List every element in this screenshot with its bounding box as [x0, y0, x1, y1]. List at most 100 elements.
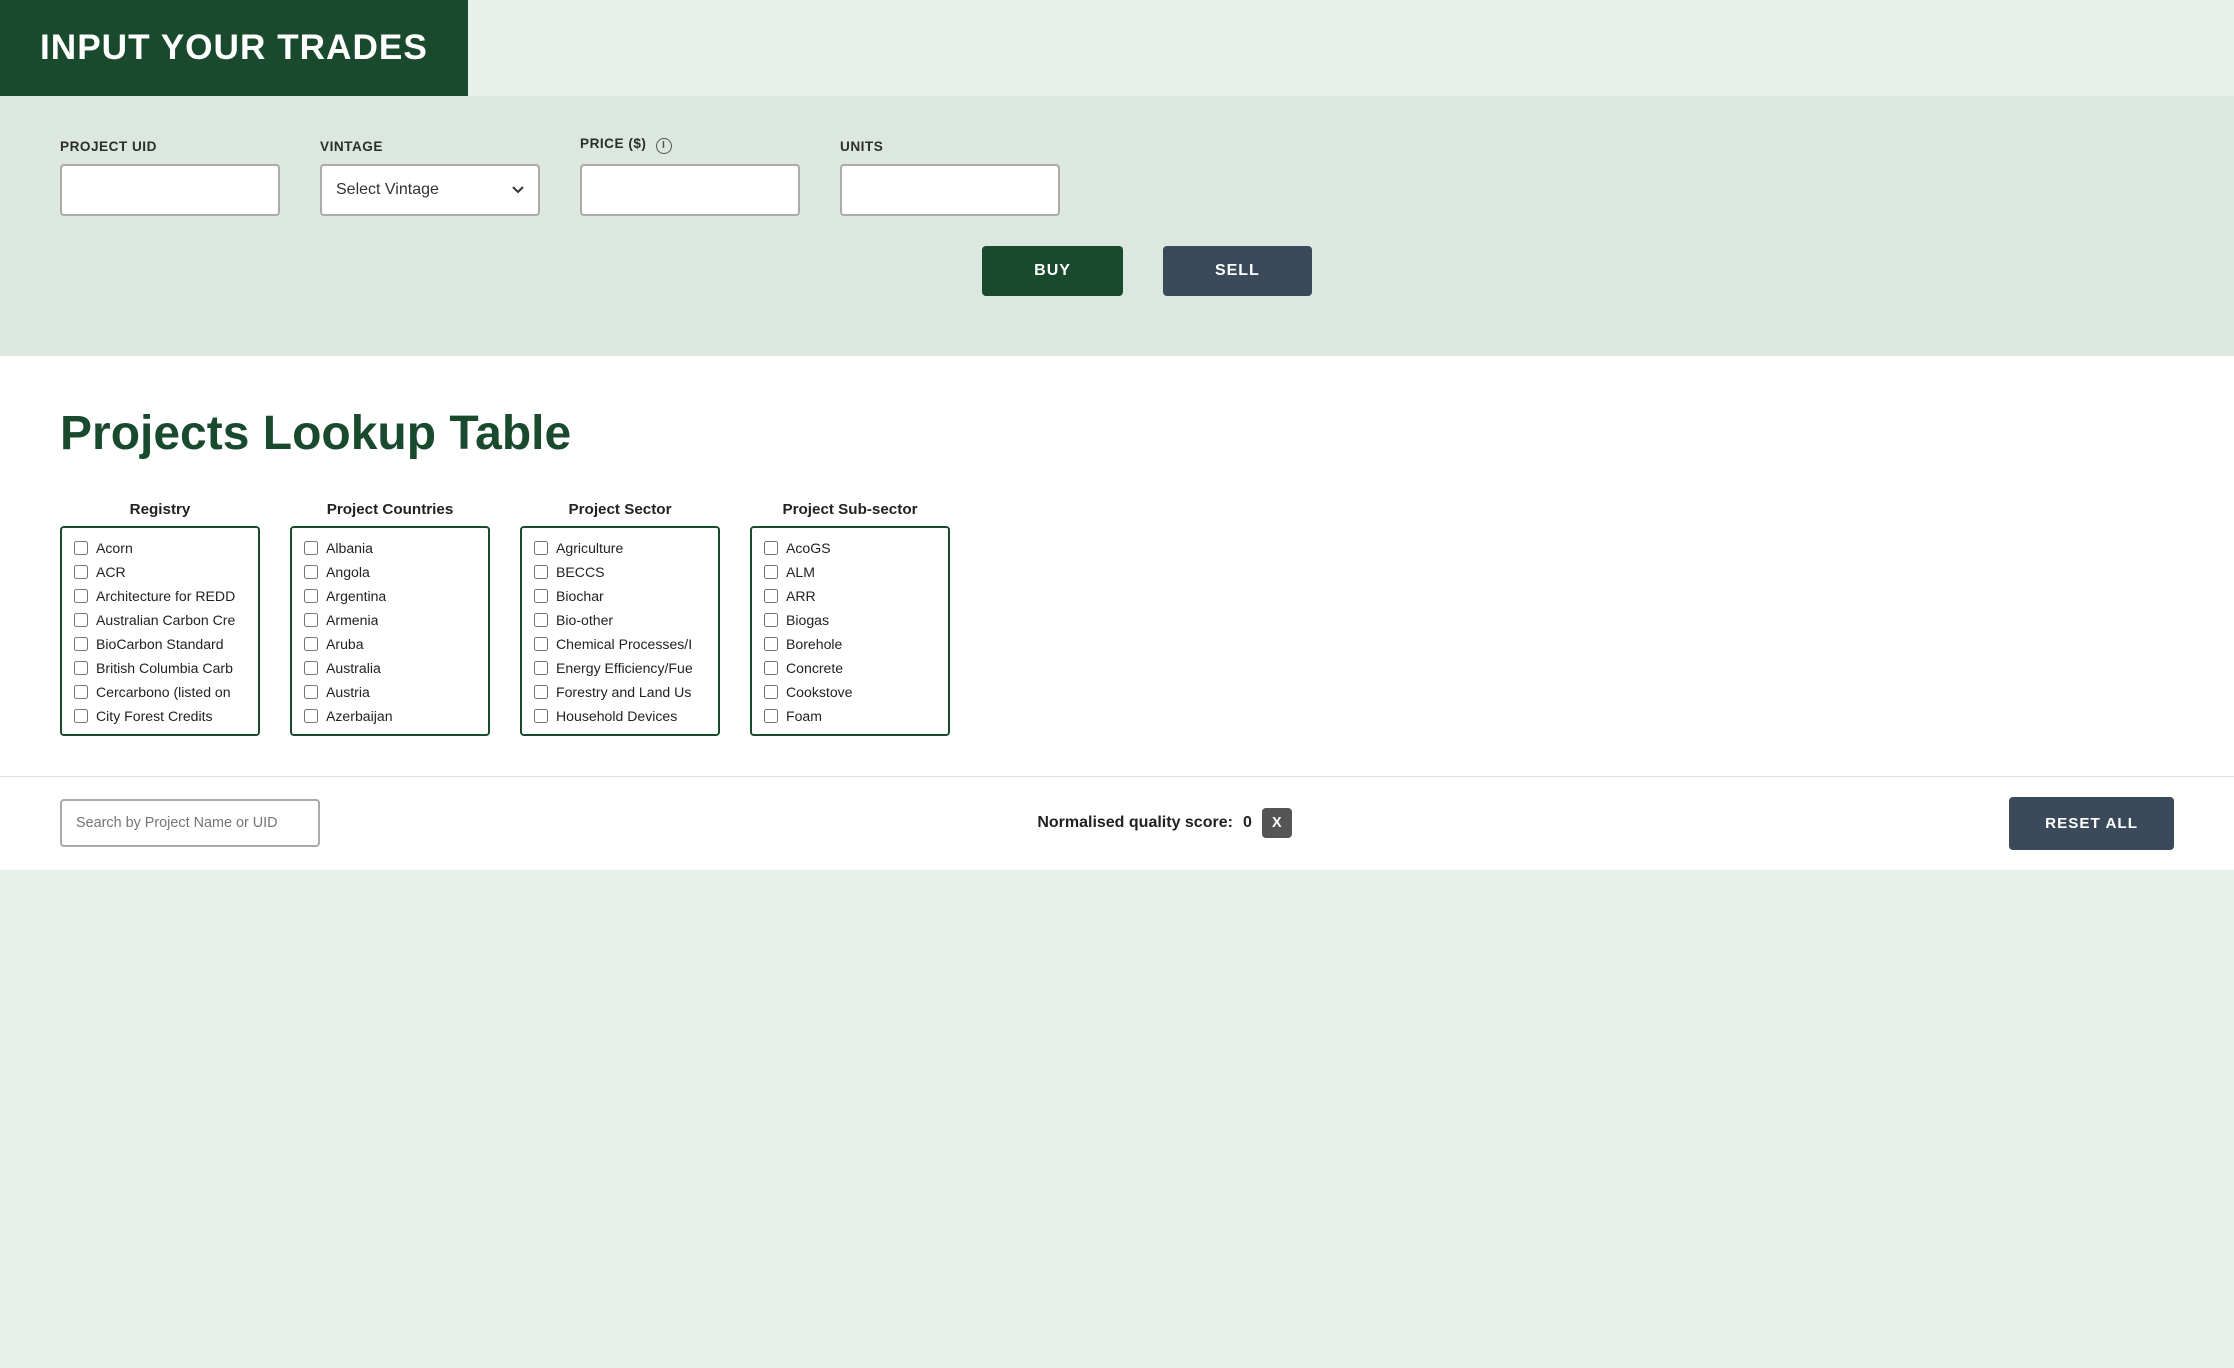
list-item: ALM: [762, 560, 938, 584]
vintage-group: VINTAGE Select Vintage 2018 2019 2020 20…: [320, 139, 540, 216]
quality-score-label: Normalised quality score:: [1037, 814, 1233, 832]
project-uid-input[interactable]: [60, 164, 280, 216]
list-item: Concrete: [762, 656, 938, 680]
header-banner: INPUT YOUR TRADES: [0, 0, 468, 96]
subsector-alm-checkbox[interactable]: [764, 565, 778, 579]
vintage-label: VINTAGE: [320, 139, 540, 154]
list-item: Angola: [302, 560, 478, 584]
list-item: Azerbaijan: [302, 704, 478, 728]
list-item: City Forest Credits: [72, 704, 248, 728]
subsector-arr-checkbox[interactable]: [764, 589, 778, 603]
country-azerbaijan-checkbox[interactable]: [304, 709, 318, 723]
page-title: INPUT YOUR TRADES: [40, 28, 428, 68]
list-item: Household Devices: [532, 704, 708, 728]
sector-list[interactable]: Agriculture BECCS Biochar Bio-other Chem…: [520, 526, 720, 736]
list-item: Chemical Processes/I: [532, 632, 708, 656]
subsector-biogas-checkbox[interactable]: [764, 613, 778, 627]
sector-agriculture-checkbox[interactable]: [534, 541, 548, 555]
list-item: Borehole: [762, 632, 938, 656]
search-wrap: [60, 799, 320, 847]
registry-acr-checkbox[interactable]: [74, 565, 88, 579]
registry-aus-carbon-checkbox[interactable]: [74, 613, 88, 627]
list-item: Agriculture: [532, 536, 708, 560]
form-row: PROJECT UID VINTAGE Select Vintage 2018 …: [60, 136, 2174, 216]
subsector-label: Project Sub-sector: [750, 501, 950, 518]
list-item: Bio-other: [532, 608, 708, 632]
countries-filter-group: Project Countries Albania Angola Argenti…: [290, 501, 490, 736]
subsector-concrete-checkbox[interactable]: [764, 661, 778, 675]
sector-biochar-checkbox[interactable]: [534, 589, 548, 603]
list-item: Energy Efficiency/Fue: [532, 656, 708, 680]
filter-row: Registry Acorn ACR Architecture for REDD…: [60, 501, 2174, 736]
registry-bc-carb-checkbox[interactable]: [74, 661, 88, 675]
country-argentina-checkbox[interactable]: [304, 589, 318, 603]
registry-city-forest-checkbox[interactable]: [74, 709, 88, 723]
search-input[interactable]: [60, 799, 320, 847]
sector-chemical-checkbox[interactable]: [534, 637, 548, 651]
trade-section: PROJECT UID VINTAGE Select Vintage 2018 …: [0, 96, 2234, 356]
subsector-acogs-checkbox[interactable]: [764, 541, 778, 555]
sector-forestry-checkbox[interactable]: [534, 685, 548, 699]
list-item: Cercarbono (listed on: [72, 680, 248, 704]
list-item: Foam: [762, 704, 938, 728]
registry-filter-group: Registry Acorn ACR Architecture for REDD…: [60, 501, 260, 736]
btn-row: BUY SELL: [60, 246, 2174, 296]
country-australia-checkbox[interactable]: [304, 661, 318, 675]
price-input[interactable]: [580, 164, 800, 216]
list-item: BECCS: [532, 560, 708, 584]
price-info-icon[interactable]: i: [656, 138, 672, 154]
price-group: PRICE ($) i: [580, 136, 800, 216]
list-item: BioCarbon Standard: [72, 632, 248, 656]
country-austria-checkbox[interactable]: [304, 685, 318, 699]
country-angola-checkbox[interactable]: [304, 565, 318, 579]
country-albania-checkbox[interactable]: [304, 541, 318, 555]
country-armenia-checkbox[interactable]: [304, 613, 318, 627]
list-item: ACR: [72, 560, 248, 584]
list-item: British Columbia Carb: [72, 656, 248, 680]
sector-energy-eff-checkbox[interactable]: [534, 661, 548, 675]
reset-all-button[interactable]: RESET ALL: [2009, 797, 2174, 850]
list-item: Forestry and Land Us: [532, 680, 708, 704]
lookup-section: Projects Lookup Table Registry Acorn ACR…: [0, 356, 2234, 776]
subsector-cookstove-checkbox[interactable]: [764, 685, 778, 699]
country-aruba-checkbox[interactable]: [304, 637, 318, 651]
units-group: UNITS: [840, 139, 1060, 216]
units-input[interactable]: [840, 164, 1060, 216]
list-item: Biochar: [532, 584, 708, 608]
price-label: PRICE ($) i: [580, 136, 800, 154]
registry-arch-redd-checkbox[interactable]: [74, 589, 88, 603]
sell-button[interactable]: SELL: [1163, 246, 1312, 296]
registry-list[interactable]: Acorn ACR Architecture for REDD Australi…: [60, 526, 260, 736]
list-item: Architecture for REDD: [72, 584, 248, 608]
quality-score-value: 0: [1243, 814, 1252, 832]
countries-list[interactable]: Albania Angola Argentina Armenia Aruba A…: [290, 526, 490, 736]
vintage-select[interactable]: Select Vintage 2018 2019 2020 2021 2022 …: [320, 164, 540, 216]
buy-button[interactable]: BUY: [982, 246, 1123, 296]
list-item: Albania: [302, 536, 478, 560]
sector-bio-other-checkbox[interactable]: [534, 613, 548, 627]
list-item: Aruba: [302, 632, 478, 656]
sector-beccs-checkbox[interactable]: [534, 565, 548, 579]
bottom-bar: Normalised quality score: 0 X RESET ALL: [0, 776, 2234, 870]
registry-label: Registry: [60, 501, 260, 518]
project-uid-group: PROJECT UID: [60, 139, 280, 216]
sector-household-checkbox[interactable]: [534, 709, 548, 723]
list-item: Acorn: [72, 536, 248, 560]
quality-score-clear-button[interactable]: X: [1262, 808, 1292, 838]
registry-cercarbono-checkbox[interactable]: [74, 685, 88, 699]
subsector-list[interactable]: AcoGS ALM ARR Biogas Borehole Concrete C…: [750, 526, 950, 736]
subsector-foam-checkbox[interactable]: [764, 709, 778, 723]
subsector-filter-group: Project Sub-sector AcoGS ALM ARR Biogas …: [750, 501, 950, 736]
registry-acorn-checkbox[interactable]: [74, 541, 88, 555]
list-item: Argentina: [302, 584, 478, 608]
quality-score-area: Normalised quality score: 0 X: [1037, 808, 1292, 838]
registry-biocarbon-checkbox[interactable]: [74, 637, 88, 651]
list-item: Biogas: [762, 608, 938, 632]
list-item: Australian Carbon Cre: [72, 608, 248, 632]
countries-label: Project Countries: [290, 501, 490, 518]
subsector-borehole-checkbox[interactable]: [764, 637, 778, 651]
sector-label: Project Sector: [520, 501, 720, 518]
list-item: ARR: [762, 584, 938, 608]
units-label: UNITS: [840, 139, 1060, 154]
list-item: Armenia: [302, 608, 478, 632]
